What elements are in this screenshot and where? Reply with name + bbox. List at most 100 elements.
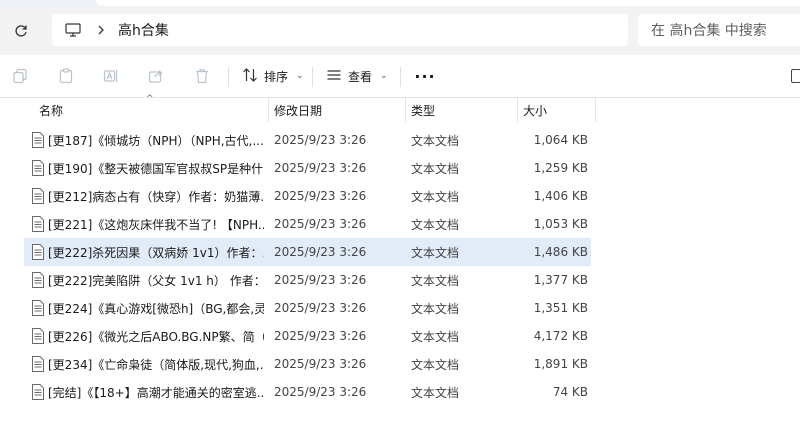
column-divider[interactable] xyxy=(595,98,596,122)
chevron-down-icon: ⌄ xyxy=(296,71,304,81)
file-size: 4,172 KB xyxy=(533,329,588,343)
file-row[interactable]: [更221]《这炮灰床伴我不当了! 【NPH... 2025/9/23 3:26… xyxy=(24,210,591,238)
file-size: 1,891 KB xyxy=(533,357,588,371)
column-header-type[interactable]: 类型 xyxy=(411,98,435,122)
this-pc-icon[interactable] xyxy=(64,21,82,39)
file-name: [更212]病态占有（快穿）作者：奶猫薄... xyxy=(48,189,264,204)
file-size: 1,406 KB xyxy=(533,189,588,203)
copy-icon[interactable] xyxy=(11,67,29,85)
toolbar-divider xyxy=(312,67,313,87)
file-name: [更234]《亡命枭徒（简体版,现代,狗血,... xyxy=(48,357,264,372)
file-size: 1,377 KB xyxy=(533,273,588,287)
file-date: 2025/9/23 3:26 xyxy=(274,133,367,147)
text-document-icon xyxy=(31,132,45,148)
text-document-icon xyxy=(31,272,45,288)
text-document-icon xyxy=(31,244,45,260)
command-bar: 排序 ⌄ 查看 ⌄ ··· xyxy=(0,55,800,98)
file-row[interactable]: [更226]《微光之后ABO.BG.NP繁、简（... 2025/9/23 3:… xyxy=(24,322,591,350)
file-type: 文本文档 xyxy=(411,161,460,176)
text-document-icon xyxy=(31,160,45,176)
text-document-icon xyxy=(31,356,45,372)
file-date: 2025/9/23 3:26 xyxy=(274,357,367,371)
file-date: 2025/9/23 3:26 xyxy=(274,245,367,259)
file-size: 1,053 KB xyxy=(533,217,588,231)
column-divider[interactable] xyxy=(268,98,269,122)
text-document-icon xyxy=(31,328,45,344)
file-date: 2025/9/23 3:26 xyxy=(274,189,367,203)
view-label: 查看 xyxy=(348,69,373,84)
search-input[interactable]: 在 高h合集 中搜索 xyxy=(638,14,800,46)
file-name: [更222]杀死因果（双病娇 1v1）作者：... xyxy=(48,245,264,260)
sort-button[interactable]: 排序 ⌄ xyxy=(242,61,304,91)
share-icon[interactable] xyxy=(147,67,165,85)
file-name: [更226]《微光之后ABO.BG.NP繁、简（... xyxy=(48,329,264,344)
column-header-name-label: 名称 xyxy=(39,103,64,118)
file-type: 文本文档 xyxy=(411,301,460,316)
column-header-size[interactable]: 大小 xyxy=(523,98,547,122)
view-list-icon xyxy=(326,67,342,86)
column-header-date-label: 修改日期 xyxy=(274,103,323,118)
file-type: 文本文档 xyxy=(411,189,460,204)
file-size: 1,259 KB xyxy=(533,161,588,175)
file-date: 2025/9/23 3:26 xyxy=(274,217,367,231)
column-header-row: ^ 名称 修改日期 类型 大小 xyxy=(0,94,800,122)
column-divider[interactable] xyxy=(405,98,406,122)
text-document-icon xyxy=(31,384,45,400)
column-header-size-label: 大小 xyxy=(523,103,548,118)
file-type: 文本文档 xyxy=(411,133,460,148)
column-header-date[interactable]: 修改日期 xyxy=(274,98,322,122)
text-document-icon xyxy=(31,300,45,316)
text-document-icon xyxy=(31,188,45,204)
delete-icon[interactable] xyxy=(193,67,211,85)
file-size: 1,351 KB xyxy=(533,301,588,315)
file-type: 文本文档 xyxy=(411,329,460,344)
file-row-selected[interactable]: [更222]杀死因果（双病娇 1v1）作者：... 2025/9/23 3:26… xyxy=(24,238,591,266)
file-date: 2025/9/23 3:26 xyxy=(274,329,367,343)
file-row[interactable]: [更234]《亡命枭徒（简体版,现代,狗血,... 2025/9/23 3:26… xyxy=(24,350,591,378)
column-divider[interactable] xyxy=(517,98,518,122)
file-type: 文本文档 xyxy=(411,357,460,372)
text-document-icon xyxy=(31,216,45,232)
toolbar-divider xyxy=(228,67,229,87)
file-name: [更190]《整天被德国军官叔叔SP是种什... xyxy=(48,161,264,176)
file-type: 文本文档 xyxy=(411,217,460,232)
chevron-down-icon: ⌄ xyxy=(380,71,388,81)
sort-label: 排序 xyxy=(264,69,289,84)
file-date: 2025/9/23 3:26 xyxy=(274,273,367,287)
file-name: [完结]《【18+】高潮才能通关的密室逃... xyxy=(48,385,264,400)
file-date: 2025/9/23 3:26 xyxy=(274,161,367,175)
file-row[interactable]: [完结]《【18+】高潮才能通关的密室逃... 2025/9/23 3:26 文… xyxy=(24,378,591,406)
file-name: [更221]《这炮灰床伴我不当了! 【NPH... xyxy=(48,217,264,232)
file-row[interactable]: [更212]病态占有（快穿）作者：奶猫薄... 2025/9/23 3:26 文… xyxy=(24,182,591,210)
file-name: [更224]《真心游戏[微恐h]（BG,都会,灵... xyxy=(48,301,264,316)
active-tab-edge xyxy=(96,0,800,6)
column-header-name[interactable]: 名称 xyxy=(39,98,63,122)
file-size: 1,064 KB xyxy=(533,133,588,147)
rename-icon[interactable] xyxy=(102,67,120,85)
file-size: 74 KB xyxy=(552,385,588,399)
sort-ascending-icon: ^ xyxy=(146,94,154,104)
file-size: 1,486 KB xyxy=(533,245,588,259)
breadcrumb[interactable]: 高h合集 xyxy=(52,14,628,46)
sort-icon xyxy=(242,67,258,86)
file-type: 文本文档 xyxy=(411,273,460,288)
file-row[interactable]: [更222]完美陷阱（父女 1v1 h） 作者：... 2025/9/23 3:… xyxy=(24,266,591,294)
search-placeholder: 在 高h合集 中搜索 xyxy=(651,23,767,39)
file-type: 文本文档 xyxy=(411,245,460,260)
file-list: [更187]《倾城坊（NPH）（NPH,古代,... 2025/9/23 3:2… xyxy=(24,126,591,406)
column-header-type-label: 类型 xyxy=(411,103,436,118)
file-name: [更222]完美陷阱（父女 1v1 h） 作者：... xyxy=(48,273,264,288)
file-row[interactable]: [更187]《倾城坊（NPH）（NPH,古代,... 2025/9/23 3:2… xyxy=(24,126,591,154)
file-type: 文本文档 xyxy=(411,385,460,400)
file-date: 2025/9/23 3:26 xyxy=(274,301,367,315)
refresh-icon[interactable] xyxy=(11,21,31,41)
file-row[interactable]: [更190]《整天被德国军官叔叔SP是种什... 2025/9/23 3:26 … xyxy=(24,154,591,182)
breadcrumb-current[interactable]: 高h合集 xyxy=(118,20,169,40)
view-button[interactable]: 查看 ⌄ xyxy=(326,61,388,91)
file-row[interactable]: [更224]《真心游戏[微恐h]（BG,都会,灵... 2025/9/23 3:… xyxy=(24,294,591,322)
title-strip xyxy=(0,0,800,8)
paste-icon[interactable] xyxy=(57,67,75,85)
more-options-button[interactable]: ··· xyxy=(414,61,436,91)
chevron-right-icon[interactable] xyxy=(96,25,106,35)
details-pane-icon[interactable] xyxy=(791,69,800,83)
